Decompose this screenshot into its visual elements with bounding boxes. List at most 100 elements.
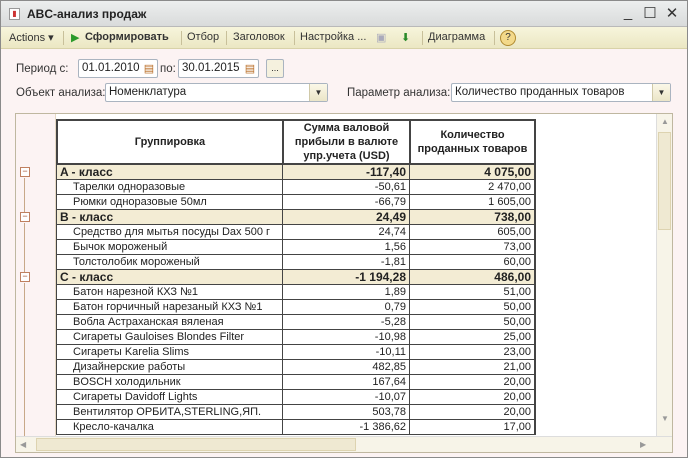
group-row[interactable]: A - класс -117,40 4 075,00 — [56, 165, 536, 180]
name-cell: Рюмки одноразовые 50мл — [56, 195, 283, 210]
collapse-group-toggle[interactable]: − — [20, 212, 30, 222]
chevron-down-icon[interactable]: ▼ — [652, 84, 670, 101]
table-row[interactable]: Батон нарезной КХЗ №1 1,89 51,00 — [56, 285, 536, 300]
maximize-button[interactable]: ☐ — [641, 4, 659, 22]
table-row[interactable]: Дизайнерские работы 482,85 21,00 — [56, 360, 536, 375]
scroll-right-icon[interactable]: ▶ — [640, 440, 646, 449]
title-bar: ▮ ABC-анализ продаж _ ☐ ✕ — [1, 1, 687, 27]
name-cell: Сигареты Davidoff Lights — [56, 390, 283, 405]
table-row[interactable]: Бычок мороженый 1,56 73,00 — [56, 240, 536, 255]
profit-cell: -10,07 — [282, 390, 410, 405]
header-qty: Количество проданных товаров — [409, 119, 536, 165]
settings-button[interactable]: Настройка ... — [300, 31, 366, 43]
profit-cell: 1,89 — [282, 285, 410, 300]
calendar-icon[interactable]: ▤ — [143, 62, 155, 76]
minimize-button[interactable]: _ — [619, 4, 637, 21]
period-from-value: 01.01.2010 — [82, 62, 140, 74]
qty-cell: 25,00 — [409, 330, 536, 345]
tree-gutter: − − − — [16, 114, 56, 436]
period-to-label: по: — [160, 63, 176, 75]
header-grouping: Группировка — [56, 119, 283, 165]
profit-cell: -50,61 — [282, 180, 410, 195]
help-button[interactable]: ? — [500, 30, 516, 46]
profit-cell: 482,85 — [282, 360, 410, 375]
profit-cell: 503,78 — [282, 405, 410, 420]
table-row[interactable]: Тарелки одноразовые -50,61 2 470,00 — [56, 180, 536, 195]
collapse-group-toggle[interactable]: − — [20, 272, 30, 282]
object-select[interactable]: Номенклатура ▼ — [105, 83, 328, 102]
header-button[interactable]: Заголовок — [233, 31, 285, 43]
table-row[interactable]: Вентилятор ОРБИТА,STERLING,ЯП. 503,78 20,0… — [56, 405, 536, 420]
param-select[interactable]: Количество проданных товаров ▼ — [451, 83, 671, 102]
profit-cell: 0,79 — [282, 300, 410, 315]
profit-cell: -1 194,28 — [282, 270, 410, 285]
scroll-thumb[interactable] — [658, 132, 671, 230]
table-row[interactable]: Рюмки одноразовые 50мл -66,79 1 605,00 — [56, 195, 536, 210]
qty-cell: 4 075,00 — [409, 165, 536, 180]
qty-cell: 50,00 — [409, 300, 536, 315]
name-cell: C - класс — [56, 270, 283, 285]
play-icon: ▶ — [71, 32, 80, 44]
report-grid: − − − Группировка Сумма валовой прибыли в … — [15, 113, 673, 453]
scroll-up-icon[interactable]: ▲ — [661, 117, 669, 126]
qty-cell: 51,00 — [409, 285, 536, 300]
collapse-group-toggle[interactable]: − — [20, 167, 30, 177]
profit-cell: -10,98 — [282, 330, 410, 345]
name-cell: Бычок мороженый — [56, 240, 283, 255]
table-row[interactable]: Сигареты Karelia Slims -10,11 23,00 — [56, 345, 536, 360]
table-row[interactable]: Толстолобик мороженый -1,81 60,00 — [56, 255, 536, 270]
diagram-button[interactable]: Диаграмма — [428, 31, 485, 43]
scroll-down-icon[interactable]: ▼ — [661, 414, 669, 423]
scroll-left-icon[interactable]: ◀ — [20, 440, 26, 449]
qty-cell: 17,00 — [409, 420, 536, 435]
report-icon: ▮ — [9, 8, 20, 20]
profit-cell: -1 386,62 — [282, 420, 410, 435]
group-row[interactable]: C - класс -1 194,28 486,00 — [56, 270, 536, 285]
header-profit: Сумма валовой прибыли в валюте упр.учета… — [282, 119, 410, 165]
name-cell: Дизайнерские работы — [56, 360, 283, 375]
qty-cell: 23,00 — [409, 345, 536, 360]
table-row[interactable]: Средство для мытья посуды Dax 500 г 24,74… — [56, 225, 536, 240]
vertical-scrollbar[interactable]: ▲ ▼ — [656, 114, 672, 436]
qty-cell: 1 605,00 — [409, 195, 536, 210]
qty-cell: 73,00 — [409, 240, 536, 255]
chevron-down-icon[interactable]: ▼ — [309, 84, 327, 101]
filter-button[interactable]: Отбор — [187, 31, 219, 43]
profit-cell: 1,56 — [282, 240, 410, 255]
generate-button[interactable]: Сформировать — [85, 31, 169, 43]
tree-line — [24, 283, 25, 436]
table-row[interactable]: BOSCH холодильник 167,64 20,00 — [56, 375, 536, 390]
qty-cell: 21,00 — [409, 360, 536, 375]
table-row[interactable]: Вобла Астраханская вяленая -5,28 50,00 — [56, 315, 536, 330]
save-settings-icon[interactable]: ⬇ — [401, 31, 410, 44]
table-row[interactable]: Сигареты Davidoff Lights -10,07 20,00 — [56, 390, 536, 405]
calendar-icon[interactable]: ▤ — [244, 62, 256, 76]
period-to-input[interactable]: 30.01.2015 ▤ — [178, 59, 259, 78]
actions-menu[interactable]: Actions ▾ — [9, 31, 54, 44]
load-settings-icon[interactable]: ▣ — [376, 31, 386, 44]
period-select-button[interactable]: ... — [266, 59, 284, 78]
group-row[interactable]: B - класс 24,49 738,00 — [56, 210, 536, 225]
period-from-input[interactable]: 01.01.2010 ▤ — [78, 59, 158, 78]
tree-line — [24, 223, 25, 272]
name-cell: B - класс — [56, 210, 283, 225]
table-row[interactable]: Сигареты Gauloises Blondes Filter -10,98 2… — [56, 330, 536, 345]
param-label: Параметр анализа: — [347, 87, 451, 99]
qty-cell: 20,00 — [409, 375, 536, 390]
table-row[interactable]: Кресло-качалка -1 386,62 17,00 — [56, 420, 536, 435]
period-to-value: 30.01.2015 — [182, 62, 240, 74]
object-label: Объект анализа: — [16, 87, 106, 99]
profit-cell: -117,40 — [282, 165, 410, 180]
name-cell: Тарелки одноразовые — [56, 180, 283, 195]
close-button[interactable]: ✕ — [663, 4, 681, 22]
qty-cell: 486,00 — [409, 270, 536, 285]
horizontal-scrollbar[interactable]: ◀ ▶ — [16, 436, 672, 452]
table-row[interactable]: Батон горчичный нарезаный КХЗ №1 0,79 50,0… — [56, 300, 536, 315]
name-cell: Средство для мытья посуды Dax 500 г — [56, 225, 283, 240]
profit-cell: -66,79 — [282, 195, 410, 210]
name-cell: BOSCH холодильник — [56, 375, 283, 390]
qty-cell: 50,00 — [409, 315, 536, 330]
qty-cell: 605,00 — [409, 225, 536, 240]
scroll-thumb[interactable] — [36, 438, 356, 451]
profit-cell: -5,28 — [282, 315, 410, 330]
